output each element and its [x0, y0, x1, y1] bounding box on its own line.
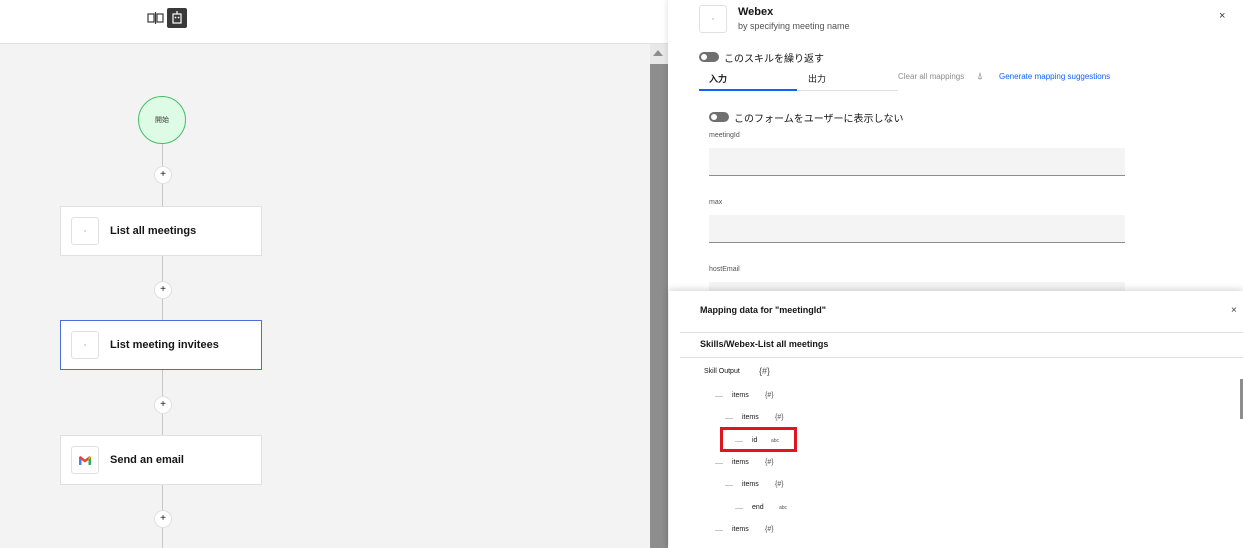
- tree-connector: [725, 418, 733, 419]
- node-label: Send an email: [110, 454, 184, 466]
- app-icon: ▫: [71, 331, 99, 359]
- add-step-button[interactable]: +: [154, 396, 172, 414]
- highlight-box: [720, 427, 797, 452]
- gmail-icon: [71, 446, 99, 474]
- app-icon: ▫: [71, 217, 99, 245]
- scroll-up-arrow-icon[interactable]: [653, 50, 663, 56]
- add-step-button[interactable]: +: [154, 510, 172, 528]
- repeat-skill-label: このスキルを繰り返す: [724, 54, 824, 65]
- field-label-meetingid: meetingId: [709, 132, 740, 139]
- generate-mapping-suggestions-link[interactable]: Generate mapping suggestions: [999, 72, 1110, 81]
- object-type-icon: {#}: [765, 526, 774, 533]
- object-type-icon: {#}: [775, 414, 784, 421]
- mapping-title: Mapping data for "meetingId": [700, 305, 827, 315]
- hide-form-toggle[interactable]: [709, 112, 729, 122]
- tree-item[interactable]: items: [732, 526, 749, 533]
- max-input[interactable]: [709, 215, 1125, 243]
- active-tab-indicator: [699, 89, 797, 91]
- object-type-icon: {#}: [765, 459, 774, 466]
- object-type-icon: {#}: [775, 481, 784, 488]
- panel-title: Webex: [738, 6, 774, 18]
- tab-input[interactable]: 入力: [709, 72, 727, 85]
- start-node-label: 開始: [155, 117, 169, 124]
- object-type-icon: {#}: [765, 392, 774, 399]
- tree-connector: [725, 485, 733, 486]
- tree-item-end[interactable]: end: [752, 504, 764, 511]
- tree-connector: [715, 396, 723, 397]
- tab-output[interactable]: 出力: [808, 72, 826, 85]
- canvas-toolbar: [0, 0, 668, 44]
- add-step-button[interactable]: +: [154, 281, 172, 299]
- clear-all-mappings-link[interactable]: Clear all mappings: [898, 72, 964, 81]
- node-label: List meeting invitees: [110, 339, 219, 351]
- node-label: List all meetings: [110, 225, 197, 237]
- divider: [680, 357, 1243, 358]
- canvas-scrollbar-thumb[interactable]: [650, 64, 668, 548]
- robot-icon[interactable]: [167, 8, 187, 28]
- tree-connector: [715, 463, 723, 464]
- mapping-source-label: Skills/Webex-List all meetings: [700, 339, 829, 349]
- flow-node-list-meeting-invitees[interactable]: ▫ List meeting invitees: [60, 320, 262, 370]
- app-icon: ▫: [699, 5, 727, 33]
- tree-connector: [715, 530, 723, 531]
- tree-root-label[interactable]: Skill Output: [704, 368, 740, 375]
- split-view-icon[interactable]: [147, 10, 165, 26]
- mapping-data-popover: Mapping data for "meetingId" × Skills/We…: [669, 291, 1243, 548]
- object-type-icon: {#}: [759, 366, 771, 376]
- tree-item[interactable]: items: [742, 481, 759, 488]
- tree-item[interactable]: items: [732, 459, 749, 466]
- flow-node-send-an-email[interactable]: Send an email: [60, 435, 262, 485]
- panel-subtitle: by specifying meeting name: [738, 21, 850, 31]
- tree-item[interactable]: items: [732, 392, 749, 399]
- tree-item[interactable]: items: [742, 414, 759, 421]
- repeat-skill-toggle[interactable]: [699, 52, 719, 62]
- close-icon[interactable]: ×: [1231, 305, 1237, 316]
- divider: [680, 332, 1243, 333]
- brush-icon[interactable]: ⍋: [977, 71, 983, 82]
- field-label-max: max: [709, 199, 723, 206]
- add-step-button[interactable]: +: [154, 166, 172, 184]
- close-icon[interactable]: ×: [1219, 10, 1225, 22]
- start-node[interactable]: 開始: [138, 96, 186, 144]
- tree-connector: [735, 508, 743, 509]
- hide-form-label: このフォームをユーザーに表示しない: [734, 114, 904, 125]
- field-label-hostemail: hostEmail: [709, 266, 740, 273]
- flow-node-list-all-meetings[interactable]: ▫ List all meetings: [60, 206, 262, 256]
- meetingid-input[interactable]: [709, 148, 1125, 176]
- string-type-icon: abc: [779, 505, 788, 511]
